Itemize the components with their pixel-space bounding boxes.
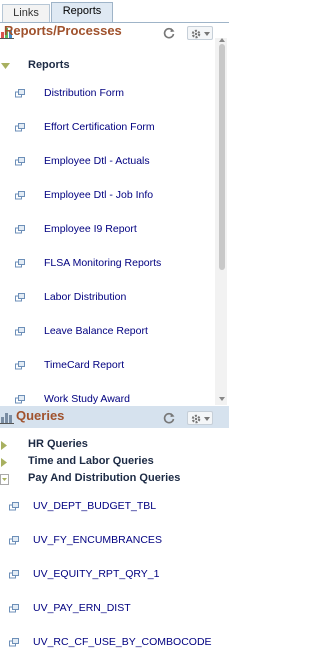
report-link[interactable]: Distribution Form xyxy=(0,87,220,105)
report-link[interactable]: Effort Certification Form xyxy=(0,121,220,139)
tab-links[interactable]: Links xyxy=(2,4,50,22)
query-folder-pay-distribution[interactable]: Pay And Distribution Queries xyxy=(0,472,220,488)
triangle-down-icon xyxy=(1,63,10,69)
report-link-icon xyxy=(15,89,25,98)
report-link-icon xyxy=(15,123,25,132)
report-link[interactable]: Leave Balance Report xyxy=(0,325,220,343)
query-folder-time-labor[interactable]: Time and Labor Queries xyxy=(0,455,220,471)
reports-folder-label: Reports xyxy=(28,59,70,71)
gear-icon xyxy=(191,29,210,39)
report-link-icon xyxy=(15,157,25,166)
reports-refresh-button[interactable] xyxy=(162,26,176,40)
reports-settings-button[interactable] xyxy=(187,26,213,40)
query-folder-label: Pay And Distribution Queries xyxy=(28,472,181,484)
triangle-right-icon xyxy=(1,458,7,467)
report-link-label[interactable]: Work Study Award xyxy=(44,393,130,405)
queries-settings-button[interactable] xyxy=(187,411,213,425)
queries-pagelet-title: Queries xyxy=(16,408,65,423)
report-link-label[interactable]: Leave Balance Report xyxy=(44,325,148,337)
report-link-icon xyxy=(15,361,25,370)
query-link[interactable]: UV_PAY_ERN_DIST xyxy=(0,602,220,620)
report-link-label[interactable]: TimeCard Report xyxy=(44,359,124,371)
report-link-icon xyxy=(9,502,19,511)
report-link[interactable]: Labor Distribution xyxy=(0,291,220,309)
report-link-icon xyxy=(15,259,25,268)
report-link-icon xyxy=(9,638,19,647)
query-link-label[interactable]: UV_EQUITY_RPT_QRY_1 xyxy=(33,568,159,580)
query-link-label[interactable]: UV_RC_CF_USE_BY_COMBOCODE xyxy=(33,636,212,648)
scroll-down-icon[interactable] xyxy=(219,397,225,401)
reports-scrollbar-thumb[interactable] xyxy=(219,44,225,270)
query-folder-hr[interactable]: HR Queries xyxy=(0,438,220,454)
refresh-icon xyxy=(163,27,175,39)
report-link-icon xyxy=(15,191,25,200)
reports-pagelet-title: Reports/Processes xyxy=(4,23,122,38)
report-link-label[interactable]: Distribution Form xyxy=(44,87,124,99)
report-link[interactable]: Employee Dtl - Actuals xyxy=(0,155,220,173)
queries-pagelet-header: Queries xyxy=(0,408,229,430)
gear-icon xyxy=(191,414,210,424)
report-link-icon xyxy=(9,604,19,613)
report-link[interactable]: FLSA Monitoring Reports xyxy=(0,257,220,275)
reports-pagelet-header: Reports/Processes xyxy=(0,23,229,45)
bar-chart-icon xyxy=(0,413,14,424)
report-link-icon xyxy=(15,327,25,336)
triangle-right-icon xyxy=(1,441,7,450)
report-link-label[interactable]: FLSA Monitoring Reports xyxy=(44,257,161,269)
open-folder-icon xyxy=(0,474,9,485)
query-folder-label: Time and Labor Queries xyxy=(28,455,154,467)
tab-bar: Links Reports xyxy=(0,0,229,23)
reports-folder[interactable]: Reports xyxy=(0,59,220,75)
query-link-label[interactable]: UV_FY_ENCUMBRANCES xyxy=(33,534,162,546)
query-link[interactable]: UV_DEPT_BUDGET_TBL xyxy=(0,500,220,518)
refresh-icon xyxy=(163,412,175,424)
report-link-icon xyxy=(15,225,25,234)
query-link[interactable]: UV_EQUITY_RPT_QRY_1 xyxy=(0,568,220,586)
tab-reports[interactable]: Reports xyxy=(51,2,113,23)
scroll-up-icon[interactable] xyxy=(219,38,225,42)
report-link[interactable]: Employee I9 Report xyxy=(0,223,220,241)
report-link-icon xyxy=(9,536,19,545)
report-link-icon xyxy=(9,570,19,579)
report-link[interactable]: TimeCard Report xyxy=(0,359,220,377)
report-link-label[interactable]: Employee I9 Report xyxy=(44,223,137,235)
report-link-label[interactable]: Labor Distribution xyxy=(44,291,126,303)
report-link-icon xyxy=(15,293,25,302)
query-link-label[interactable]: UV_PAY_ERN_DIST xyxy=(33,602,131,614)
report-link[interactable]: Employee Dtl - Job Info xyxy=(0,189,220,207)
report-link-label[interactable]: Employee Dtl - Actuals xyxy=(44,155,150,167)
report-link-label[interactable]: Effort Certification Form xyxy=(44,121,155,133)
report-link-icon xyxy=(15,395,25,404)
queries-refresh-button[interactable] xyxy=(162,411,176,425)
report-link-label[interactable]: Employee Dtl - Job Info xyxy=(44,189,153,201)
query-folder-label: HR Queries xyxy=(28,438,88,450)
query-link[interactable]: UV_RC_CF_USE_BY_COMBOCODE xyxy=(0,636,220,654)
query-link[interactable]: UV_FY_ENCUMBRANCES xyxy=(0,534,220,552)
query-link-label[interactable]: UV_DEPT_BUDGET_TBL xyxy=(33,500,156,512)
